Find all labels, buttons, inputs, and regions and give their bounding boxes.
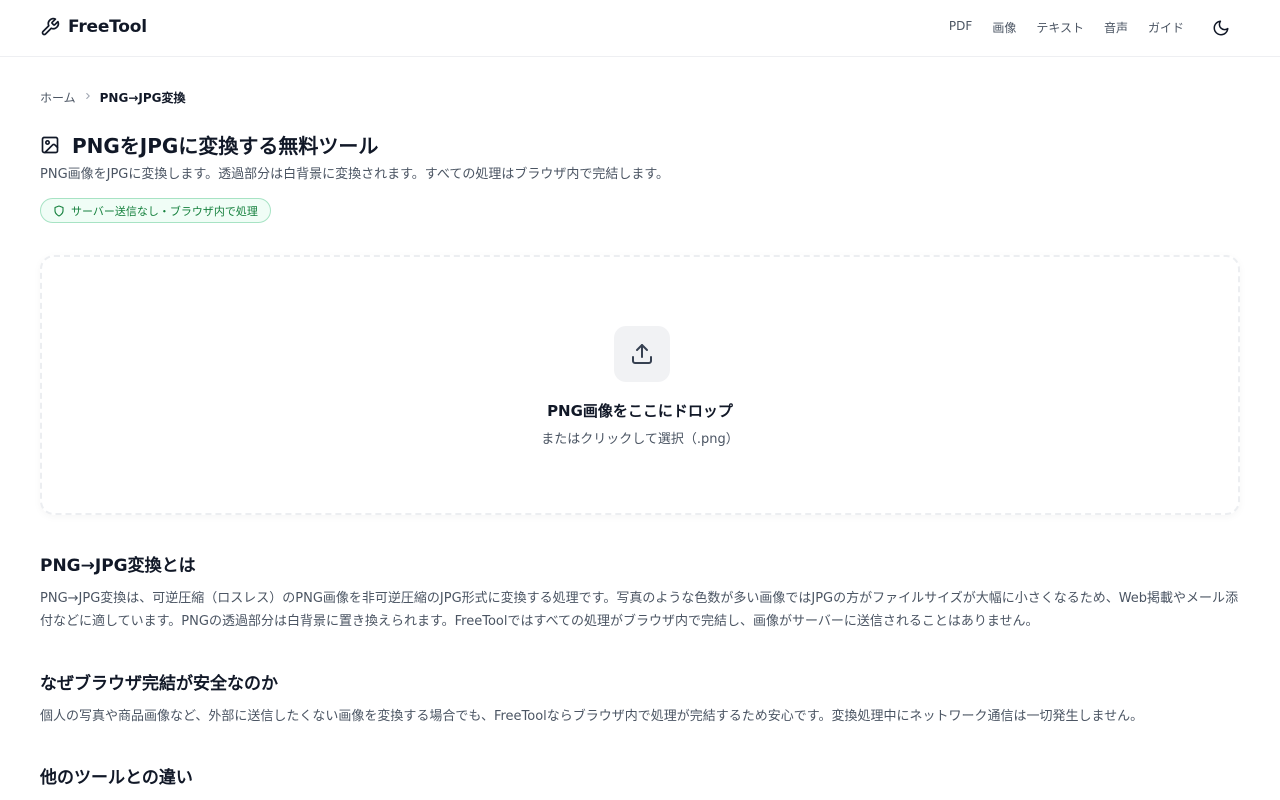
nav-item-image[interactable]: 画像 [992,19,1016,36]
page-title: PNGをJPGに変換する無料ツール [72,134,379,158]
site-logo[interactable]: FreeTool [40,17,147,37]
moon-icon [1213,20,1229,36]
site-header: FreeTool PDF 画像 テキスト 音声 ガイド [0,0,1280,57]
dropzone-title: PNG画像をここにドロップ [547,402,733,420]
main-nav: PDF 画像 テキスト 音声 ガイド [949,19,1184,36]
section-heading-safety: なぜブラウザ完結が安全なのか [40,674,278,694]
breadcrumb-current: PNG→JPG変換 [99,91,186,105]
upload-icon [632,344,652,364]
section-heading-about: PNG→JPG変換とは [40,556,196,576]
section-body-safety: 個人の写真や商品画像など、外部に送信したくない画像を変換する場合でも、FreeT… [40,709,1144,724]
theme-toggle-button[interactable] [1212,19,1230,37]
section-heading-comparison: 他のツールとの違い [40,768,193,788]
image-icon [41,136,59,153]
page-title-row: PNGをJPGに変換する無料ツール [40,130,378,159]
privacy-badge-text: サーバー送信なし・ブラウザ内で処理 [71,204,258,218]
section-body-about: PNG→JPG変換は、可逆圧縮（ロスレス）のPNG画像を非可逆圧縮のJPG形式に… [40,591,1239,629]
dropzone-subtitle: またはクリックして選択（.png） [541,432,739,447]
nav-item-guide[interactable]: ガイド [1148,19,1184,36]
logo-text: FreeTool [68,17,147,37]
page-description: PNG画像をJPGに変換します。透過部分は白背景に変換されます。すべての処理はブ… [40,167,670,182]
privacy-badge: サーバー送信なし・ブラウザ内で処理 [40,198,271,223]
upload-icon-container [614,326,670,382]
breadcrumb-home-link[interactable]: ホーム [40,89,76,106]
nav-item-text[interactable]: テキスト [1036,19,1084,36]
breadcrumb: ホーム PNG→JPG変換 [40,89,186,106]
nav-item-pdf[interactable]: PDF [949,19,972,36]
wrench-icon [41,17,60,36]
shield-icon [54,204,64,217]
nav-item-audio[interactable]: 音声 [1104,19,1128,36]
chevron-right-icon [83,91,93,104]
file-dropzone[interactable]: PNG画像をここにドロップ またはクリックして選択（.png） [40,255,1240,515]
